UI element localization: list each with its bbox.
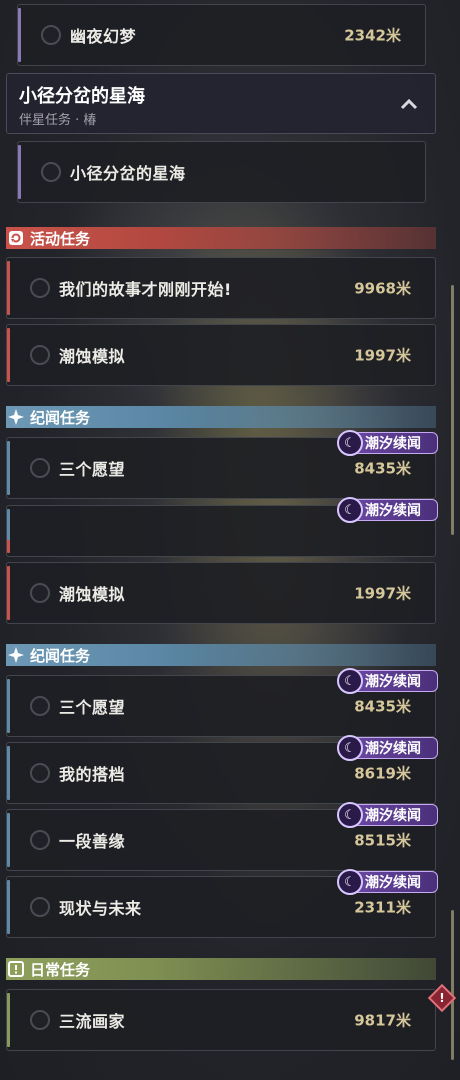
quest-distance: 9968米: [354, 279, 411, 298]
quest-distance: 8515米: [354, 831, 411, 850]
tidal-icon: ☾: [337, 430, 363, 456]
quest-item-companion[interactable]: 小径分岔的星海: [17, 141, 426, 203]
quest-color-bar: [7, 328, 10, 382]
track-radio[interactable]: [30, 583, 50, 603]
quest-distance: 2311米: [354, 898, 411, 917]
companion-quest-header[interactable]: 小径分岔的星海 伴星任务 · 椿: [6, 73, 436, 134]
quest-distance: 9817米: [354, 1011, 411, 1030]
track-radio[interactable]: [30, 458, 50, 478]
quest-panel-top: 幽夜幻梦 2342米 小径分岔的星海 伴星任务 · 椿 小径分岔的星海 活动任务…: [0, 0, 460, 540]
track-radio[interactable]: [30, 763, 50, 783]
refresh-icon: [6, 228, 26, 248]
badge-label: 潮汐续闻: [365, 741, 421, 757]
section-label: 活动任务: [30, 229, 91, 248]
section-label: 纪闻任务: [30, 408, 91, 427]
quest-item-event-2[interactable]: 潮蚀模拟 1997米: [6, 324, 436, 386]
tidal-icon: ☾: [337, 802, 363, 828]
alert-icon: [6, 959, 26, 979]
track-radio[interactable]: [30, 897, 50, 917]
quest-title: 潮蚀模拟: [59, 347, 126, 366]
section-event-quests[interactable]: 活动任务: [6, 227, 436, 249]
quest-distance: 1997米: [354, 584, 411, 603]
quest-item-fantasy[interactable]: 幽夜幻梦 2342米: [17, 4, 426, 66]
tidal-icon: ☾: [337, 735, 363, 761]
tidal-tale-badge: ☾ 潮汐续闻: [337, 497, 438, 523]
quest-color-bar: [7, 880, 10, 934]
quest-title: 小径分岔的星海: [70, 164, 186, 183]
tidal-tale-badge: ☾ 潮汐续闻: [337, 869, 438, 895]
tidal-icon: ☾: [337, 497, 363, 523]
tidal-tale-badge: ☾ 潮汐续闻: [337, 735, 438, 761]
quest-title: 一段善缘: [59, 832, 126, 851]
track-radio[interactable]: [30, 345, 50, 365]
track-radio[interactable]: [41, 25, 61, 45]
star-icon: [6, 645, 26, 665]
quest-title: 我们的故事才刚刚开始!: [59, 280, 232, 299]
quest-color-bar: [7, 261, 10, 315]
quest-distance: 1997米: [354, 346, 411, 365]
tidal-tale-badge: ☾ 潮汐续闻: [337, 802, 438, 828]
tidal-tale-badge: ☾ 潮汐续闻: [337, 430, 438, 456]
quest-item-event-1[interactable]: 我们的故事才刚刚开始! 9968米: [6, 257, 436, 319]
star-icon: [6, 407, 26, 427]
section-label: 纪闻任务: [30, 646, 91, 665]
quest-color-bar: [7, 746, 10, 800]
section-story-quests[interactable]: 纪闻任务: [6, 644, 436, 666]
quest-title: 幽夜幻梦: [70, 27, 137, 46]
quest-color-bar: [7, 566, 10, 620]
quest-distance: 2342米: [344, 26, 401, 45]
quest-title: 潮蚀模拟: [59, 585, 126, 604]
track-radio[interactable]: [41, 162, 61, 182]
quest-color-bar: [7, 540, 10, 553]
companion-quest-title: 小径分岔的星海: [19, 86, 145, 107]
quest-color-bar: [7, 813, 10, 867]
chevron-up-icon[interactable]: [399, 94, 419, 114]
quest-distance: 8435米: [354, 697, 411, 716]
quest-color-bar: [7, 679, 10, 733]
scrollbar[interactable]: [451, 285, 454, 535]
quest-title: 现状与未来: [59, 899, 142, 918]
quest-title: 三个愿望: [59, 698, 126, 717]
track-radio[interactable]: [30, 278, 50, 298]
quest-color-bar: [18, 8, 21, 62]
quest-distance: 8435米: [354, 459, 411, 478]
scrollbar[interactable]: [451, 910, 454, 1060]
quest-title: 三个愿望: [59, 460, 126, 479]
quest-color-bar: [7, 509, 10, 540]
track-radio[interactable]: [30, 696, 50, 716]
section-daily-quests[interactable]: 日常任务: [6, 958, 436, 980]
quest-item-daily-1[interactable]: 三流画家 9817米: [6, 989, 436, 1051]
badge-label: 潮汐续闻: [365, 436, 421, 452]
tidal-icon: ☾: [337, 668, 363, 694]
quest-item-event-2[interactable]: 潮蚀模拟 1997米: [6, 562, 436, 624]
tidal-icon: ☾: [337, 869, 363, 895]
section-label: 日常任务: [30, 960, 91, 979]
quest-item-event-partial[interactable]: [6, 540, 436, 557]
quest-title: 我的搭档: [59, 765, 126, 784]
track-radio[interactable]: [30, 830, 50, 850]
section-story-quests[interactable]: 纪闻任务: [6, 406, 436, 428]
quest-color-bar: [18, 145, 21, 199]
badge-label: 潮汐续闻: [365, 875, 421, 891]
quest-color-bar: [7, 993, 10, 1047]
quest-distance: 8619米: [354, 764, 411, 783]
quest-panel-bottom: 潮蚀模拟 1997米 纪闻任务 ☾ 潮汐续闻 三个愿望 8435米 ☾ 潮汐续闻…: [0, 540, 460, 1080]
badge-label: 潮汐续闻: [365, 503, 421, 519]
badge-label: 潮汐续闻: [365, 808, 421, 824]
quest-color-bar: [7, 441, 10, 495]
badge-label: 潮汐续闻: [365, 674, 421, 690]
companion-quest-subtitle: 伴星任务 · 椿: [19, 113, 97, 128]
tidal-tale-badge: ☾ 潮汐续闻: [337, 668, 438, 694]
track-radio[interactable]: [30, 1010, 50, 1030]
quest-title: 三流画家: [59, 1012, 126, 1031]
